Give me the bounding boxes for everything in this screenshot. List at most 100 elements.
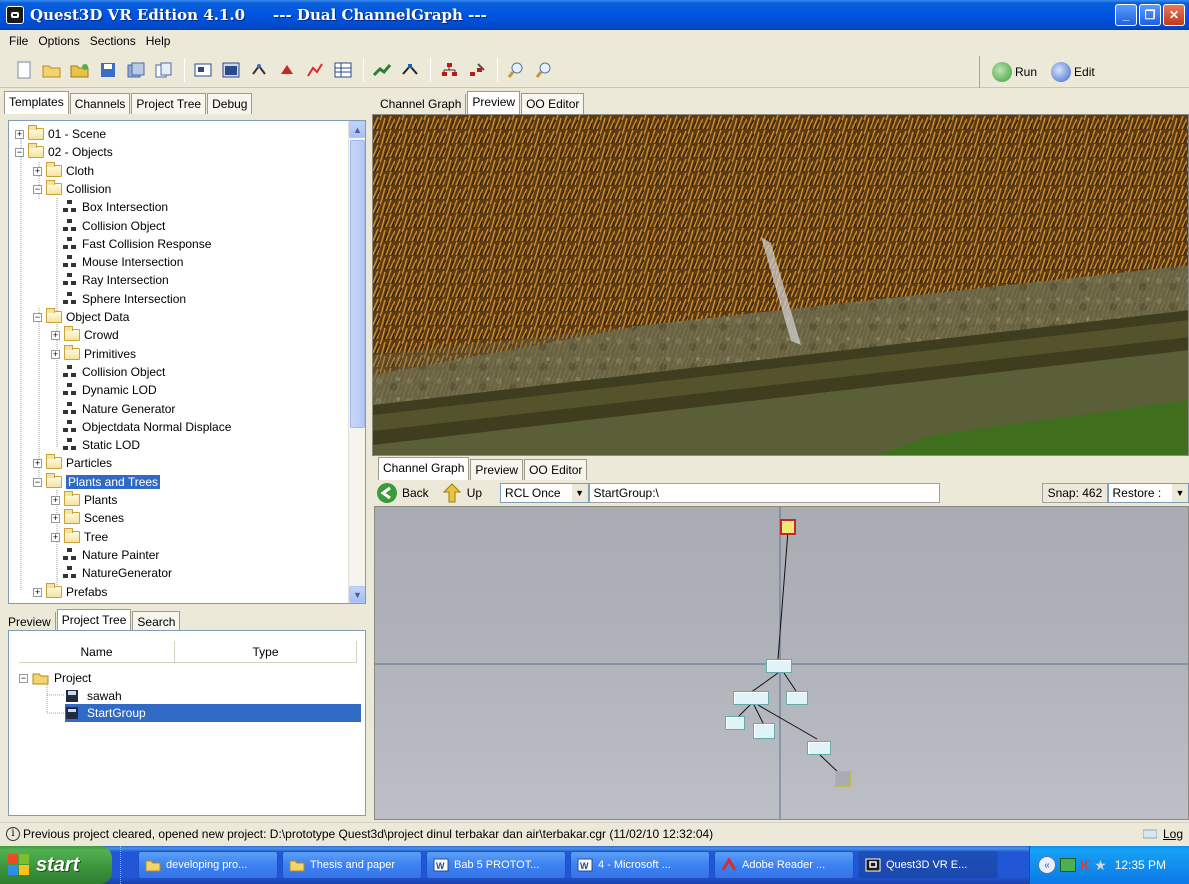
graph-node[interactable] xyxy=(807,741,831,755)
task-bab5-prototype[interactable]: W Bab 5 PROTOT... xyxy=(426,851,566,879)
tab-preview-top[interactable]: Preview xyxy=(467,91,521,114)
graph-leaf-node[interactable] xyxy=(835,771,851,787)
tab-oo-editor-top[interactable]: OO Editor xyxy=(521,93,585,114)
close-button[interactable]: ✕ xyxy=(1163,4,1185,26)
tree-folder-item[interactable]: + Tree xyxy=(51,528,108,546)
tree-folder-item[interactable]: + Crowd xyxy=(51,326,119,344)
tab-project-tree[interactable]: Project Tree xyxy=(131,93,207,114)
graph-node[interactable] xyxy=(753,723,775,739)
project-item-startgroup[interactable]: StartGroup xyxy=(65,704,361,722)
scroll-up-button[interactable]: ▲ xyxy=(349,121,365,138)
network-icon[interactable] xyxy=(1060,858,1076,872)
graph-node[interactable] xyxy=(766,659,792,673)
expand-toggle[interactable]: + xyxy=(33,587,42,597)
tree-folder-item[interactable]: + Scenes xyxy=(51,509,124,527)
maximize-button[interactable]: ❐ xyxy=(1139,4,1161,26)
task-developing-pro[interactable]: developing pro... xyxy=(138,851,278,879)
grid-view-icon[interactable] xyxy=(333,60,353,80)
graph-node[interactable] xyxy=(733,691,769,705)
menu-file[interactable]: File xyxy=(4,34,33,48)
window-layout-icon[interactable] xyxy=(221,60,241,80)
tree-node-item[interactable]: Collision Object xyxy=(63,363,165,381)
hierarchy-icon[interactable] xyxy=(439,60,459,80)
path-field[interactable]: StartGroup:\ xyxy=(588,483,941,503)
tree-folder-item[interactable]: + Cloth xyxy=(33,162,94,180)
tree-node-item[interactable]: Nature Generator xyxy=(63,400,175,418)
start-button[interactable]: start xyxy=(0,846,112,884)
tab-channel-graph-top[interactable]: Channel Graph xyxy=(376,94,467,114)
tree-folder-item[interactable]: + Plants xyxy=(51,491,117,509)
tab-channel-graph-bottom[interactable]: Channel Graph xyxy=(378,457,470,480)
menu-help[interactable]: Help xyxy=(141,34,176,48)
expand-toggle[interactable]: + xyxy=(51,532,60,542)
menu-options[interactable]: Options xyxy=(33,34,84,48)
tab-templates[interactable]: Templates xyxy=(4,91,69,114)
tree-node-item[interactable]: Fast Collision Response xyxy=(63,235,211,253)
log-button[interactable]: Log xyxy=(1133,824,1183,844)
tree-folder-item[interactable]: − 02 - Objects xyxy=(15,143,113,161)
tree-node-item[interactable]: Collision Object xyxy=(63,217,165,235)
tree-node-item[interactable]: Box Intersection xyxy=(63,198,168,216)
tab-oo-editor-bottom[interactable]: OO Editor xyxy=(524,459,588,480)
task-adobe-reader[interactable]: Adobe Reader ... xyxy=(714,851,854,879)
node-tool-icon[interactable] xyxy=(400,60,420,80)
tree-node-item[interactable]: NatureGenerator xyxy=(63,564,172,582)
project-root-row[interactable]: − Project xyxy=(19,669,91,687)
collapse-toggle[interactable]: − xyxy=(33,184,42,194)
channel-graph-canvas[interactable] xyxy=(374,506,1189,820)
tab-debug[interactable]: Debug xyxy=(207,93,253,114)
graph-node[interactable] xyxy=(786,691,808,705)
tree-node-item[interactable]: Dynamic LOD xyxy=(63,381,157,399)
expand-toggle[interactable]: + xyxy=(33,166,42,176)
tree-node-item[interactable]: Mouse Intersection xyxy=(63,253,183,271)
chart-icon[interactable] xyxy=(305,60,325,80)
expand-toggle[interactable]: + xyxy=(33,458,42,468)
collapse-toggle[interactable]: − xyxy=(33,477,42,487)
tree-folder-item[interactable]: +01 - Scene xyxy=(15,125,106,143)
start-group-node[interactable] xyxy=(780,519,796,535)
mode-dropdown[interactable]: RCL Once ▼ xyxy=(500,483,589,503)
link-channels-icon[interactable] xyxy=(249,60,269,80)
tab-project-tree-bottom[interactable]: Project Tree xyxy=(56,609,132,632)
save-all-icon[interactable] xyxy=(126,60,146,80)
quest3d-app-icon[interactable] xyxy=(6,6,24,24)
tree-node-item[interactable]: Objectdata Normal Displace xyxy=(63,418,231,436)
expand-toggle[interactable]: + xyxy=(51,349,60,359)
scroll-down-button[interactable]: ▼ xyxy=(349,586,365,603)
3d-preview-viewport[interactable] xyxy=(372,114,1189,456)
tree-node-item[interactable]: Static LOD xyxy=(63,436,140,454)
task-thesis-and-paper[interactable]: Thesis and paper xyxy=(282,851,422,879)
tab-preview-bottom[interactable]: Preview xyxy=(470,459,524,480)
zoom-out-icon[interactable] xyxy=(534,60,554,80)
collapse-toggle[interactable]: − xyxy=(15,147,24,157)
tree-node-item[interactable]: Nature Painter xyxy=(63,546,159,564)
open-recent-icon[interactable] xyxy=(70,60,90,80)
open-folder-icon[interactable] xyxy=(42,60,62,80)
save-icon[interactable] xyxy=(98,60,118,80)
expand-toggle[interactable]: + xyxy=(51,495,60,505)
tree-folder-item[interactable]: + Prefabs xyxy=(33,583,107,601)
tree-folder-item[interactable]: − Collision xyxy=(33,180,111,198)
zoom-in-icon[interactable] xyxy=(506,60,526,80)
collapse-toggle[interactable]: − xyxy=(19,673,28,683)
task-quest3d[interactable]: Quest3D VR E... xyxy=(858,851,998,879)
antivirus-icon[interactable]: K xyxy=(1080,857,1090,873)
tree-node-item[interactable]: Sphere Intersection xyxy=(63,290,186,308)
edit-button[interactable]: Edit xyxy=(1051,62,1095,82)
tree-folder-item[interactable]: + Particles xyxy=(33,454,112,472)
tab-channels[interactable]: Channels xyxy=(69,93,131,114)
task-microsoft-word[interactable]: W 4 - Microsoft ... xyxy=(570,851,710,879)
scroll-thumb[interactable] xyxy=(350,140,365,428)
run-button[interactable]: Run xyxy=(992,62,1037,82)
channel-graph-icon[interactable] xyxy=(193,60,213,80)
up-button[interactable]: Up xyxy=(441,482,482,504)
tree-node-item[interactable]: Ray Intersection xyxy=(63,271,169,289)
tree-folder-item[interactable]: − Plants and Trees xyxy=(33,473,161,491)
menu-sections[interactable]: Sections xyxy=(85,34,141,48)
tab-search[interactable]: Search xyxy=(132,611,181,632)
graph-node[interactable] xyxy=(725,716,745,730)
collapse-toggle[interactable]: − xyxy=(33,312,42,322)
delete-channel-icon[interactable] xyxy=(277,60,297,80)
back-circle-icon[interactable]: « xyxy=(1038,856,1056,874)
tree-scrollbar[interactable]: ▲ ▼ xyxy=(348,121,365,603)
